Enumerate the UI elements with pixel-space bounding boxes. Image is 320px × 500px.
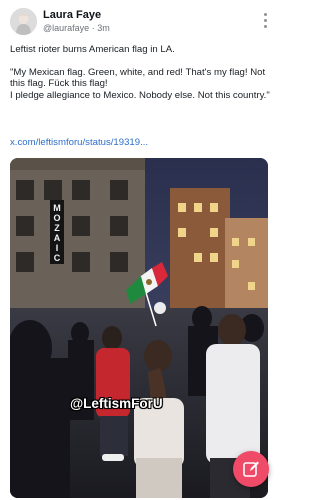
post-text-line: I pledge allegiance to Mexico. Nobody el… <box>10 89 270 101</box>
post-time: 3m <box>97 23 110 33</box>
video-watermark: @LeftismForU <box>70 396 163 411</box>
compose-button[interactable] <box>233 451 269 487</box>
svg-text:M: M <box>53 203 61 213</box>
post-text-line: Leftist rioter burns American flag in LA… <box>10 44 175 55</box>
svg-text:A: A <box>54 233 61 243</box>
svg-text:I: I <box>56 243 59 253</box>
post-text-line: "My Mexican flag. Green, white, and red!… <box>10 66 266 90</box>
post-meta: @laurafaye · 3m <box>43 23 110 33</box>
svg-text:C: C <box>54 253 61 263</box>
svg-text:Z: Z <box>54 223 60 233</box>
post-video[interactable]: M O Z A I C <box>10 158 268 498</box>
author-name[interactable]: Laura Faye <box>43 9 101 21</box>
post-link[interactable]: x.com/leftismforu/status/19319... <box>10 137 148 148</box>
post-text: Leftist rioter burns American flag in LA… <box>10 44 272 101</box>
edit-icon <box>243 461 259 477</box>
meta-separator: · <box>91 23 95 33</box>
post-header: Laura Faye @laurafaye · 3m <box>10 8 270 38</box>
svg-text:O: O <box>53 213 60 223</box>
avatar[interactable] <box>10 8 37 35</box>
author-handle[interactable]: @laurafaye <box>43 23 89 33</box>
more-vertical-icon[interactable] <box>260 10 270 32</box>
post-card: Laura Faye @laurafaye · 3m Leftist riote… <box>0 0 279 500</box>
